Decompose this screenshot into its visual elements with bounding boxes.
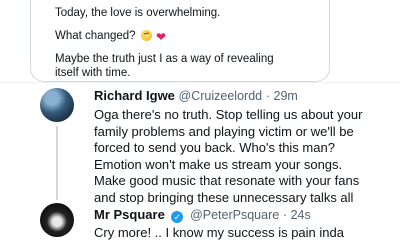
reply-header: Mr Psquare ✓ @PeterPsquare · 24s [94, 207, 311, 223]
separator-dot: · [265, 89, 270, 103]
reply-text-line: family problems and playing victim or we… [94, 123, 354, 139]
quoted-tweet-line: Maybe the truth just I as a way of revea… [55, 53, 274, 65]
reply-text: Cry more! .. I know my success is pain i… [94, 225, 394, 242]
quoted-tweet-text: What changed? [55, 30, 136, 42]
author-name[interactable]: Richard Igwe [94, 88, 175, 103]
thinking-face-icon [140, 30, 152, 41]
divider [0, 82, 400, 83]
avatar[interactable] [40, 203, 74, 237]
timestamp[interactable]: 24s [291, 208, 311, 222]
author-name[interactable]: Mr Psquare [94, 207, 165, 222]
reply-text-line: and stop bringing these unnecessary talk… [94, 189, 354, 205]
timestamp[interactable]: 29m [274, 89, 298, 103]
reply-text-line: Cry more! .. I know my success is pain i… [94, 225, 344, 240]
separator-dot: · [282, 208, 287, 222]
red-heart-icon: ❤ [155, 30, 167, 44]
quoted-tweet-line: itself with time. [55, 67, 131, 79]
quoted-tweet-card[interactable]: Today, the love is overwhelming. What ch… [30, 0, 330, 82]
avatar[interactable] [40, 88, 74, 122]
verified-badge-icon: ✓ [171, 211, 184, 223]
reply-text-line: Oga there's no truth. Stop telling us ab… [94, 107, 363, 122]
reply-text-line: Make good music that resonate with your … [94, 173, 360, 188]
reply-text-line: Emotion won't make us stream your songs. [94, 156, 343, 172]
quoted-tweet-line: Today, the love is overwhelming. [55, 7, 221, 19]
reply-header: Richard Igwe @Cruizeelordd · 29m [94, 88, 298, 104]
author-handle[interactable]: @Cruizeelordd [179, 89, 263, 103]
reply-text: Oga there's no truth. Stop telling us ab… [94, 107, 394, 206]
reply-text-line: forced to send you back. Who's this man? [94, 140, 335, 155]
thread-connector-line [56, 126, 58, 200]
author-handle[interactable]: @PeterPsquare [190, 208, 279, 222]
quoted-tweet-line: What changed? ❤ [55, 29, 166, 43]
